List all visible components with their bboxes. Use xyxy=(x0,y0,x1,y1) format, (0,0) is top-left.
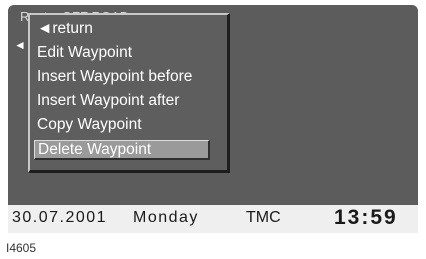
nav-screen: Route: OFF ROAD ◄ ◄return Edit Waypoint … xyxy=(8,5,418,205)
menu-item-edit-waypoint[interactable]: Edit Waypoint xyxy=(37,43,132,63)
status-clock: 13:59 xyxy=(334,206,398,229)
status-tmc: TMC xyxy=(246,209,281,226)
waypoint-context-menu: ◄return Edit Waypoint Insert Waypoint be… xyxy=(28,13,230,173)
menu-item-delete-waypoint[interactable]: Delete Waypoint xyxy=(34,140,210,160)
left-arrow-icon: ◄ xyxy=(14,38,26,52)
status-date: 30.07.2001 xyxy=(12,209,108,226)
menu-item-insert-waypoint-after[interactable]: Insert Waypoint after xyxy=(37,91,179,111)
status-day: Monday xyxy=(133,209,199,226)
figure-id: I4605 xyxy=(6,241,37,255)
menu-item-return[interactable]: ◄return xyxy=(37,19,93,39)
status-bar: 30.07.2001 Monday TMC 13:59 xyxy=(8,205,418,233)
menu-item-insert-waypoint-before[interactable]: Insert Waypoint before xyxy=(37,67,192,87)
menu-item-copy-waypoint[interactable]: Copy Waypoint xyxy=(37,115,142,135)
